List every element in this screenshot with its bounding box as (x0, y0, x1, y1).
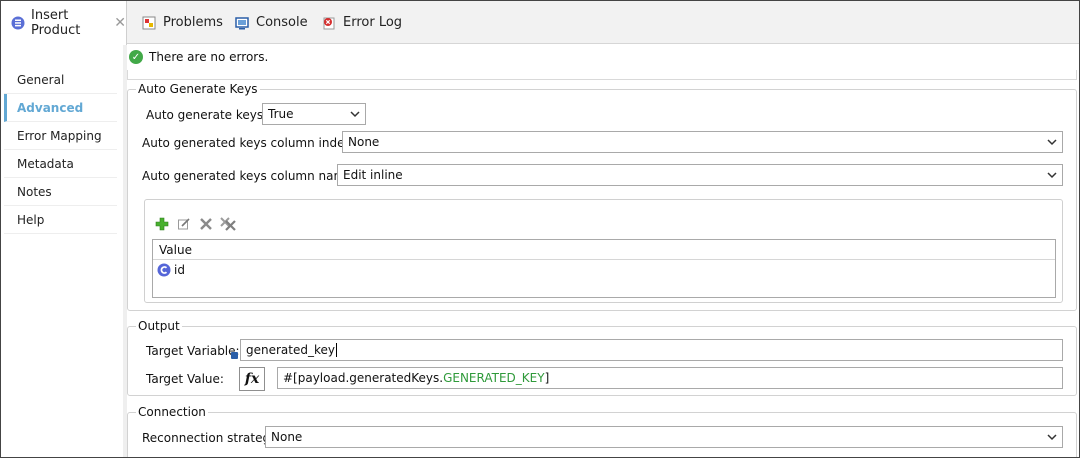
tab-problems[interactable]: Problems (141, 1, 223, 44)
reconnection-strategy-select[interactable]: None (265, 426, 1063, 448)
sidebar-item-help[interactable]: Help (4, 206, 117, 234)
sidebar-item-error-mapping[interactable]: Error Mapping (4, 122, 117, 150)
table-header: Value (153, 240, 1055, 260)
status-message: ✓ There are no errors. (129, 47, 268, 67)
auto-generate-keys-select[interactable]: True (262, 103, 366, 125)
sidebar-item-label: General (17, 72, 65, 87)
chevron-down-icon (1047, 172, 1057, 179)
sidebar-item-notes[interactable]: Notes (4, 178, 117, 206)
error-log-icon (321, 15, 337, 31)
tab-insert-product[interactable]: Insert Product ✕ (1, 1, 127, 45)
reconnection-strategy-label: Reconnection strategy (142, 431, 278, 445)
fx-icon: fx (244, 371, 260, 387)
problems-icon (141, 15, 157, 31)
sidebar-item-label: Notes (17, 184, 52, 199)
toolbar (153, 215, 253, 233)
target-variable-input[interactable]: generated_key (240, 339, 1063, 361)
table-row[interactable]: id (157, 261, 185, 279)
text-cursor (336, 343, 337, 357)
status-text: There are no errors. (149, 50, 269, 64)
table-cell: id (174, 263, 185, 277)
keys-column-indexes-select[interactable]: None (342, 131, 1063, 153)
group-title: Connection (136, 405, 208, 419)
delete-all-icon[interactable] (219, 215, 237, 233)
tab-bar: Insert Product ✕ Problems Console Error … (1, 1, 1079, 45)
tab-label: Error Log (343, 15, 403, 30)
keys-column-names-label: Auto generated keys column names (142, 169, 359, 183)
values-table: Value id (152, 239, 1056, 298)
edit-icon[interactable] (175, 215, 193, 233)
sidebar-item-advanced[interactable]: Advanced (4, 94, 117, 122)
select-value: True (268, 107, 294, 121)
sidebar-item-general[interactable]: General (4, 66, 117, 94)
tab-label: Console (256, 15, 308, 30)
target-value-label: Target Value: (146, 372, 224, 386)
select-value: Edit inline (343, 168, 403, 182)
target-variable-label: Target Variable: (146, 344, 240, 358)
input-value: generated_key (246, 343, 335, 357)
keys-column-names-select[interactable]: Edit inline (337, 164, 1063, 186)
sidebar-item-label: Error Mapping (17, 128, 102, 143)
sidebar-item-label: Help (17, 212, 45, 227)
select-value: None (348, 135, 380, 149)
group-title: Auto Generate Keys (136, 82, 260, 96)
auto-generate-keys-label: Auto generate keys: (146, 108, 268, 122)
target-value-input[interactable]: #[payload.generatedKeys. GENERATED_KEY] (277, 367, 1063, 389)
delete-icon[interactable] (197, 215, 215, 233)
auto-generate-keys-group: Auto Generate Keys Auto generate keys: T… (127, 82, 1077, 311)
tab-error-log[interactable]: Error Log (321, 1, 402, 44)
database-icon (11, 15, 25, 31)
chevron-down-icon (1047, 139, 1057, 146)
column-icon (157, 263, 171, 277)
add-icon[interactable] (153, 215, 171, 233)
sidebar-item-metadata[interactable]: Metadata (4, 150, 117, 178)
check-icon: ✓ (129, 50, 143, 64)
chevron-down-icon (350, 111, 360, 118)
sidebar-item-label: Advanced (17, 100, 84, 115)
info-icon (231, 352, 238, 359)
keys-column-indexes-label: Auto generated keys column indexes (142, 136, 365, 150)
expression-mode-button[interactable]: fx (239, 367, 265, 391)
tab-label: Insert Product (31, 8, 81, 38)
tab-label: Problems (163, 15, 223, 30)
chevron-down-icon (1047, 434, 1057, 441)
status-divider (127, 70, 1077, 80)
editor-window: Insert Product ✕ Problems Console Error … (0, 0, 1080, 458)
properties-panel: ✓ There are no errors. Auto Generate Key… (127, 45, 1079, 457)
expression-prefix: #[payload.generatedKeys. (283, 371, 444, 385)
expression-keyword: GENERATED_KEY (443, 371, 545, 385)
select-value: None (271, 430, 303, 444)
close-icon[interactable]: ✕ (114, 15, 126, 31)
console-icon (234, 15, 250, 31)
group-title: Output (136, 319, 182, 333)
sidebar: General Advanced Error Mapping Metadata … (1, 45, 123, 457)
sidebar-item-label: Metadata (17, 156, 74, 171)
expression-suffix: ] (544, 371, 550, 385)
output-group: Output Target Variable: generated_key Ta… (127, 319, 1077, 396)
inline-editor: Value id (144, 199, 1063, 303)
connection-group: Connection Reconnection strategy None (127, 405, 1077, 457)
tab-console[interactable]: Console (234, 1, 308, 44)
